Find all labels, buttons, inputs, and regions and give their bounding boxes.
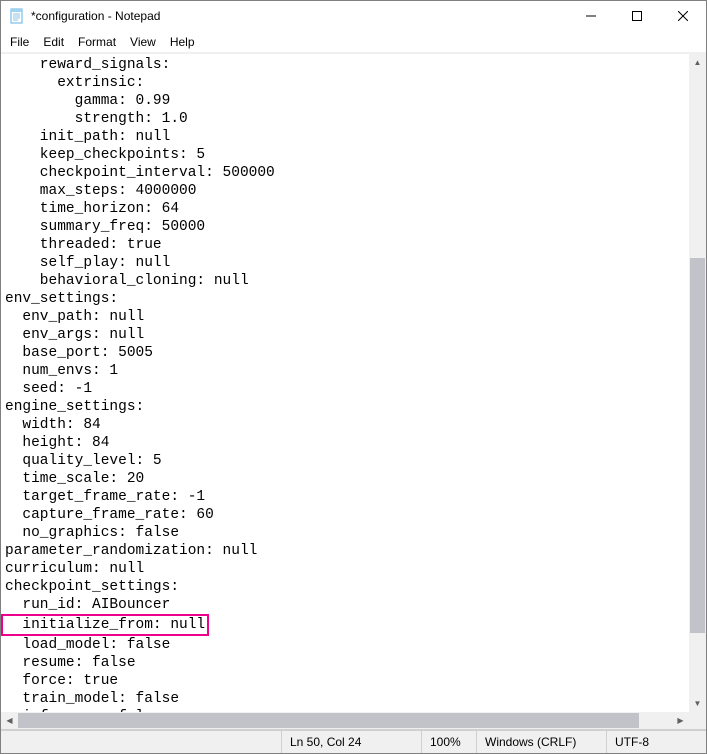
close-button[interactable] xyxy=(660,1,706,31)
scroll-right-icon[interactable]: ▶ xyxy=(672,712,689,729)
horizontal-scroll-thumb[interactable] xyxy=(18,713,639,728)
notepad-icon xyxy=(9,8,25,24)
vertical-scroll-thumb[interactable] xyxy=(690,258,705,632)
text-editor[interactable]: reward_signals: extrinsic: gamma: 0.99 s… xyxy=(1,54,689,712)
highlighted-line: initialize_from: null xyxy=(1,614,209,636)
minimize-button[interactable] xyxy=(568,1,614,31)
status-bar: Ln 50, Col 24 100% Windows (CRLF) UTF-8 xyxy=(1,730,706,753)
window-title: *configuration - Notepad xyxy=(31,9,568,23)
scroll-up-icon[interactable]: ▲ xyxy=(689,54,706,71)
status-line-ending: Windows (CRLF) xyxy=(476,731,606,753)
status-zoom: 100% xyxy=(421,731,476,753)
menu-view[interactable]: View xyxy=(123,33,163,51)
window-controls xyxy=(568,1,706,31)
statusbar-spacer xyxy=(1,731,281,753)
menu-edit[interactable]: Edit xyxy=(36,33,71,51)
editor-area: reward_signals: extrinsic: gamma: 0.99 s… xyxy=(1,53,706,730)
status-encoding: UTF-8 xyxy=(606,731,706,753)
scroll-down-icon[interactable]: ▼ xyxy=(689,695,706,712)
scroll-left-icon[interactable]: ◀ xyxy=(1,712,18,729)
title-bar[interactable]: *configuration - Notepad xyxy=(1,1,706,32)
menu-file[interactable]: File xyxy=(3,33,36,51)
status-position: Ln 50, Col 24 xyxy=(281,731,421,753)
vertical-scrollbar[interactable]: ▲ ▼ xyxy=(689,54,706,712)
scroll-corner xyxy=(689,712,706,729)
menu-format[interactable]: Format xyxy=(71,33,123,51)
notepad-window: *configuration - Notepad File Edit Forma… xyxy=(0,0,707,754)
horizontal-scrollbar[interactable]: ◀ ▶ xyxy=(1,712,689,729)
menu-help[interactable]: Help xyxy=(163,33,202,51)
menu-bar: File Edit Format View Help xyxy=(1,32,706,53)
maximize-button[interactable] xyxy=(614,1,660,31)
vertical-scroll-track[interactable] xyxy=(689,71,706,695)
horizontal-scroll-track[interactable] xyxy=(18,712,672,729)
